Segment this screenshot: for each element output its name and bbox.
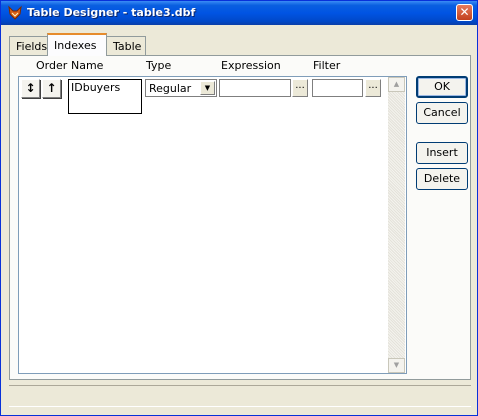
column-header-filter: Filter [313, 59, 341, 72]
tab-fields[interactable]: Fields [9, 36, 48, 56]
expression-builder-button[interactable]: ... [292, 79, 308, 97]
delete-button[interactable]: Delete [416, 168, 468, 190]
indexes-panel: Order Name Type Expression Filter ↕ ↑ ID… [9, 55, 471, 380]
insert-button[interactable]: Insert [416, 142, 468, 164]
ok-button[interactable]: OK [416, 76, 468, 98]
vertical-scrollbar[interactable]: ▲ ▼ [388, 77, 405, 373]
index-name-input-new[interactable] [68, 96, 142, 114]
scroll-up-icon[interactable]: ▲ [388, 77, 405, 92]
title-bar[interactable]: Table Designer - table3.dbf ✕ [1, 1, 477, 25]
column-header-order: Order [36, 59, 68, 72]
filter-builder-button[interactable]: ... [365, 79, 381, 97]
tab-table[interactable]: Table [106, 36, 146, 56]
move-arrows-icon[interactable]: ↕ [21, 79, 40, 98]
index-name-input[interactable]: IDbuyers [68, 79, 142, 97]
index-type-value: Regular [149, 82, 192, 95]
fox-app-icon [8, 5, 22, 20]
status-area [9, 385, 471, 407]
column-header-type: Type [146, 59, 172, 72]
close-icon[interactable]: ✕ [456, 4, 473, 21]
cancel-button[interactable]: Cancel [416, 102, 468, 124]
window-title: Table Designer - table3.dbf [27, 6, 196, 19]
column-header-name: Name [71, 59, 104, 72]
dialog-client-area: Fields Indexes Table Order Name Type Exp… [5, 27, 473, 411]
table-designer-window: Table Designer - table3.dbf ✕ Fields Ind… [0, 0, 478, 416]
sort-up-arrow-icon[interactable]: ↑ [42, 79, 61, 98]
filter-input[interactable] [312, 79, 363, 97]
column-header-expression: Expression [221, 59, 281, 72]
tab-indexes[interactable]: Indexes [47, 33, 107, 56]
scroll-down-icon[interactable]: ▼ [388, 358, 405, 373]
index-type-select[interactable]: Regular ▼ [145, 79, 217, 97]
expression-input[interactable] [219, 79, 291, 97]
dropdown-arrow-icon[interactable]: ▼ [200, 81, 215, 95]
index-grid: ↕ ↑ IDbuyers Regular ▼ ... ... ▲ ▼ [18, 76, 407, 374]
